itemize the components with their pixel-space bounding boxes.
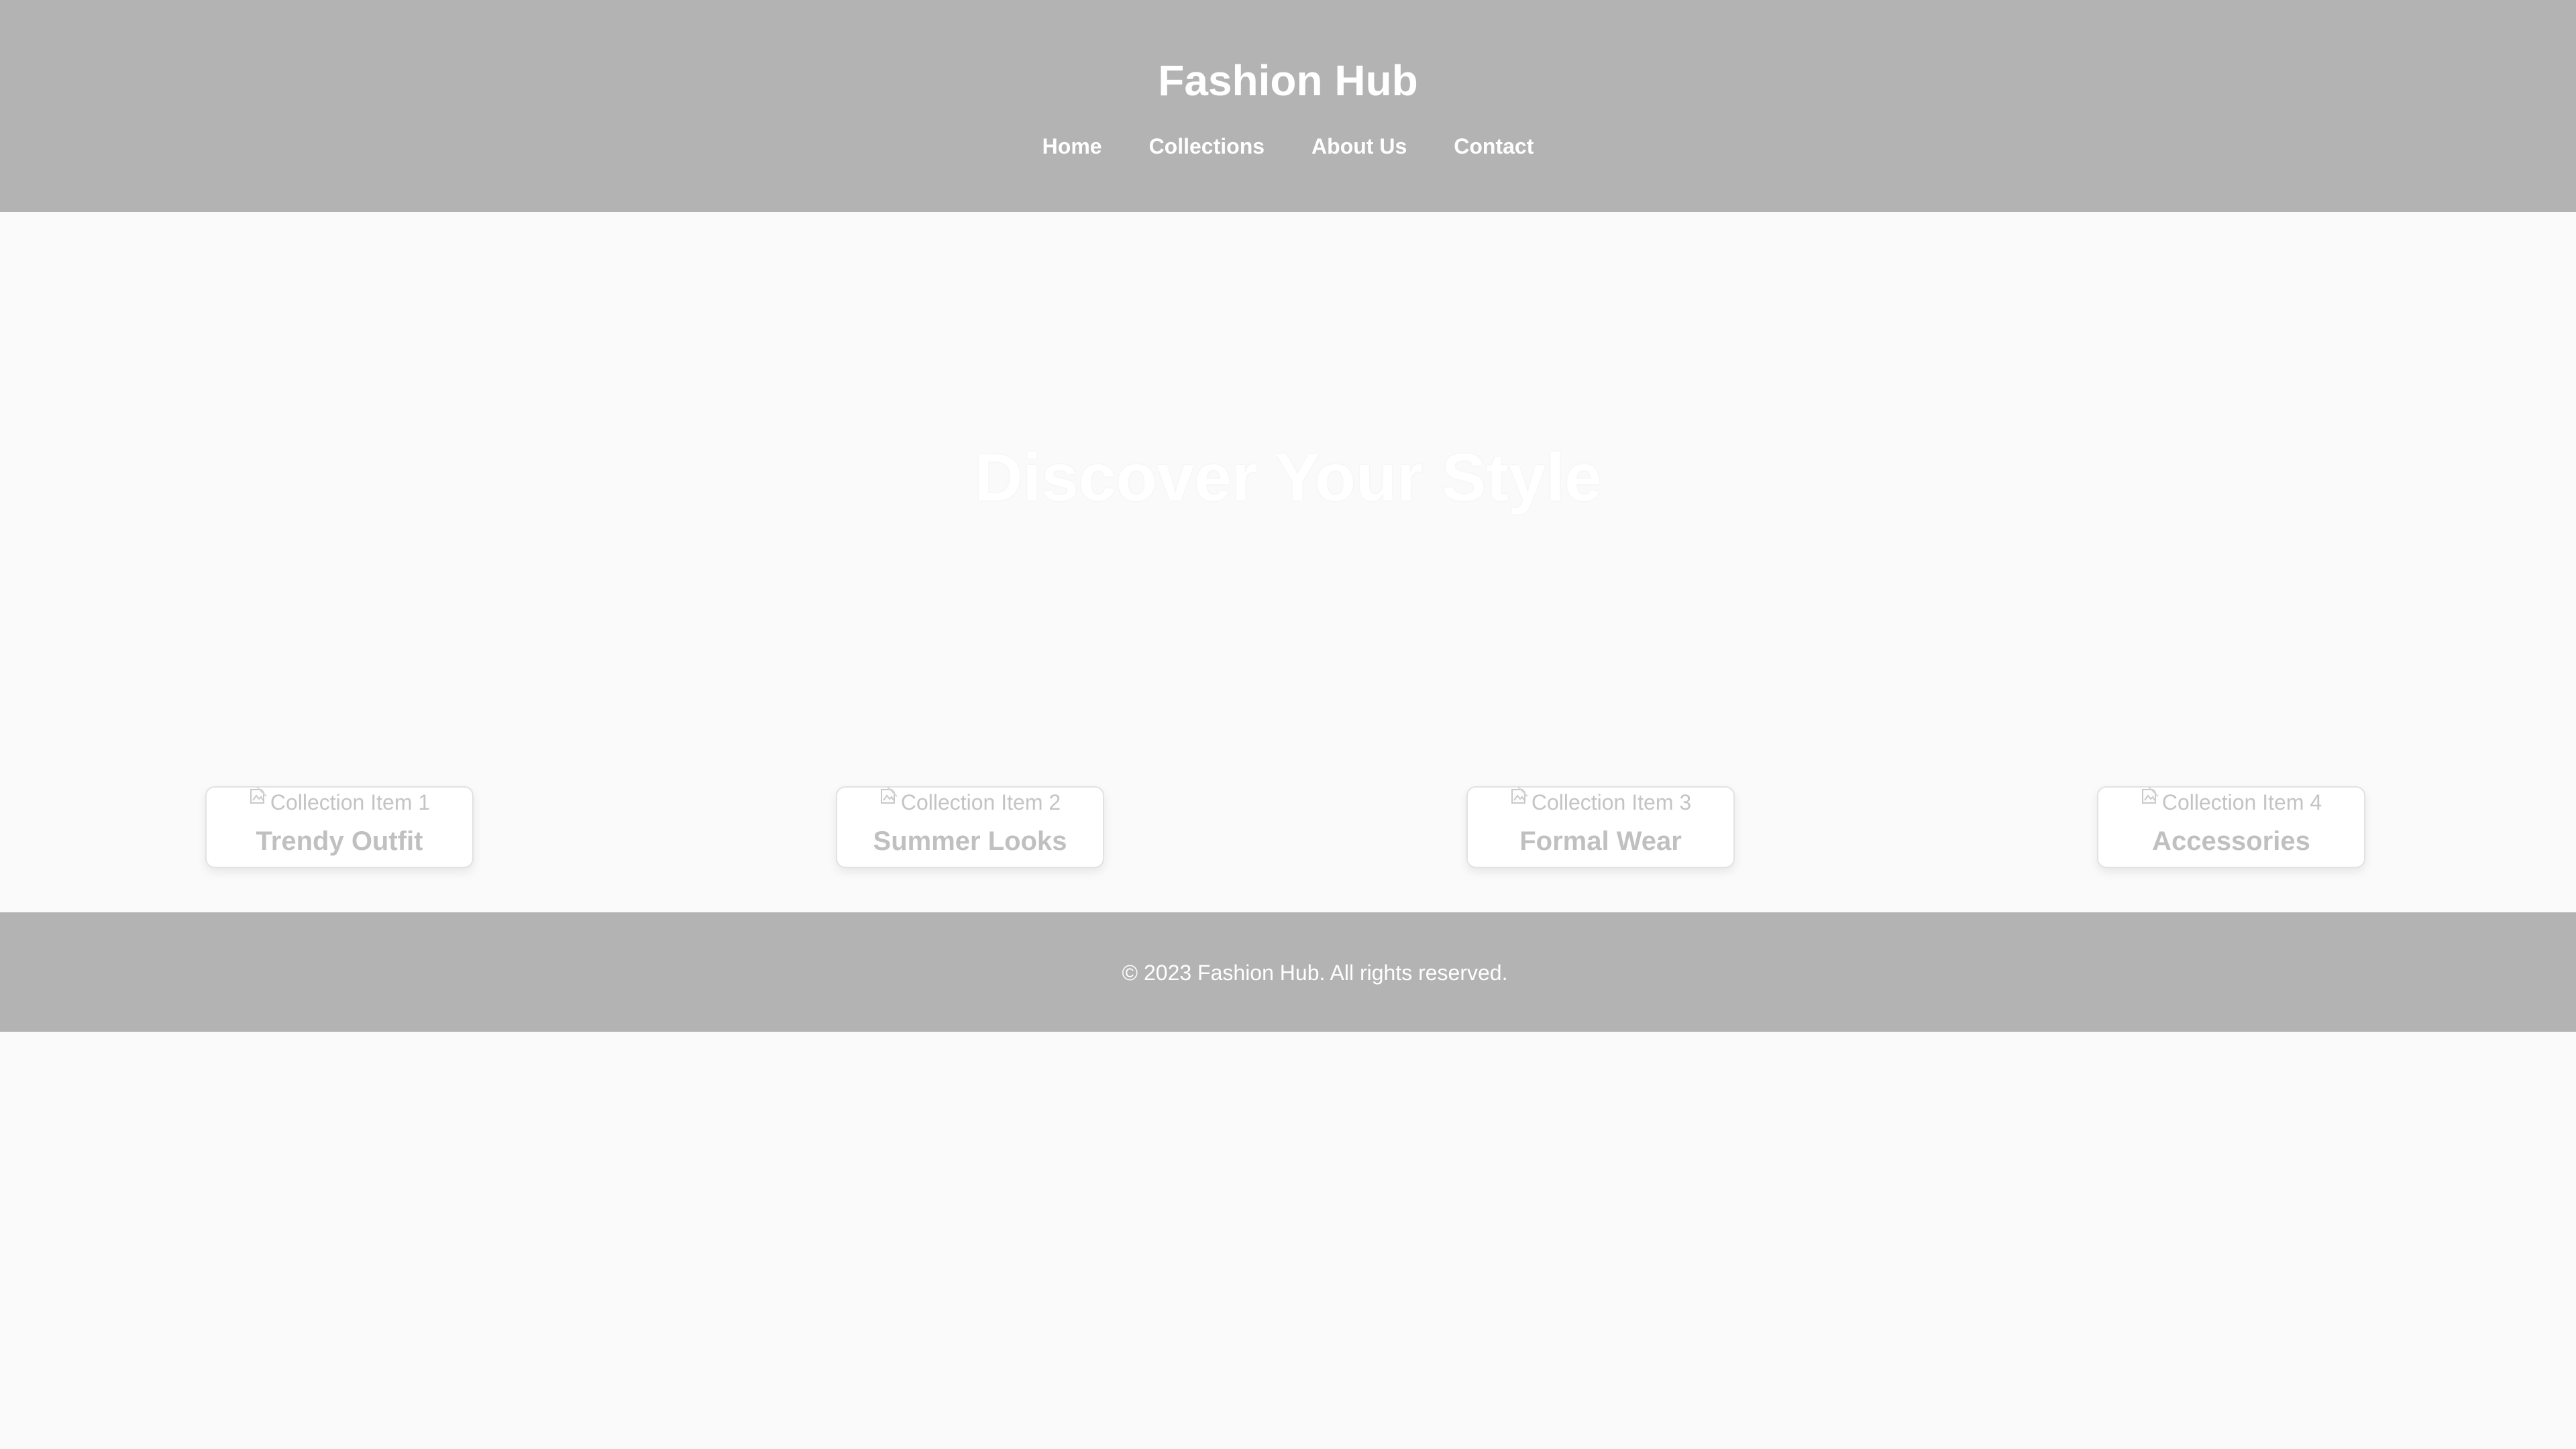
nav-link-collections[interactable]: Collections: [1149, 131, 1265, 161]
collection-image-2: Collection Item 2: [837, 786, 1103, 817]
collection-image-alt-2: Collection Item 2: [900, 790, 1061, 814]
hero-section: Discover Your Style: [0, 212, 2576, 769]
main-nav: Home Collections About Us Contact: [0, 131, 2576, 161]
collection-image-1: Collection Item 1: [207, 786, 472, 817]
broken-image-icon: [879, 784, 900, 804]
nav-link-about-us[interactable]: About Us: [1311, 131, 1407, 161]
collection-label-2: Summer Looks: [873, 826, 1067, 856]
broken-image-icon: [2141, 784, 2161, 804]
collection-image-4: Collection Item 4: [2098, 786, 2364, 817]
collection-image-alt-1: Collection Item 1: [270, 790, 431, 814]
copyright-text: © 2023 Fashion Hub. All rights reserved.: [1122, 961, 1508, 985]
broken-image-icon: [249, 784, 269, 804]
collection-label-4: Accessories: [2152, 826, 2310, 856]
collection-image-alt-3: Collection Item 3: [1531, 790, 1692, 814]
broken-image-icon: [1510, 784, 1530, 804]
site-title: Fashion Hub: [1158, 56, 1418, 105]
collection-card-2[interactable]: Collection Item 2 Summer Looks: [836, 786, 1104, 868]
collection-label-3: Formal Wear: [1519, 826, 1682, 856]
collection-label-1: Trendy Outfit: [256, 826, 423, 856]
nav-link-contact[interactable]: Contact: [1454, 131, 1534, 161]
collection-image-3: Collection Item 3: [1468, 786, 1733, 817]
collection-card-3[interactable]: Collection Item 3 Formal Wear: [1466, 786, 1735, 868]
collection-image-alt-4: Collection Item 4: [2161, 790, 2322, 814]
nav-link-home[interactable]: Home: [1042, 131, 1102, 161]
site-header: Fashion Hub Home Collections About Us Co…: [0, 0, 2576, 212]
collection-card-1[interactable]: Collection Item 1 Trendy Outfit: [205, 786, 474, 868]
collection-card-4[interactable]: Collection Item 4 Accessories: [2097, 786, 2365, 868]
hero-title: Discover Your Style: [974, 440, 1602, 515]
site-footer: © 2023 Fashion Hub. All rights reserved.: [0, 912, 2576, 1032]
